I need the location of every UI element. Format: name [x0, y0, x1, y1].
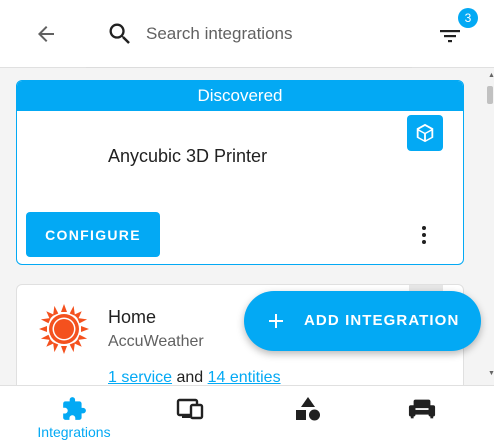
discovered-title: Anycubic 3D Printer [108, 146, 268, 166]
scrollbar[interactable] [486, 69, 494, 385]
tab-devices[interactable] [170, 386, 210, 445]
search-underline [86, 67, 412, 68]
plus-icon [269, 314, 283, 328]
back-button[interactable] [30, 18, 62, 50]
tab-integrations-icon-wrap [60, 396, 88, 422]
entities-link[interactable]: 14 entities [208, 369, 281, 385]
more-dot [422, 233, 426, 237]
more-options-button[interactable] [415, 220, 433, 250]
tab-devices-icon-wrap [176, 396, 204, 422]
integrations-app: 3 Discovered Anycubic 3D Printer CONFIGU… [0, 0, 494, 445]
scroll-down-arrow-icon[interactable]: ▼ [488, 370, 494, 378]
tab-areas[interactable] [288, 386, 328, 445]
search-input[interactable] [146, 22, 386, 46]
configure-button[interactable]: CONFIGURE [26, 212, 160, 257]
puzzle-icon [63, 397, 86, 420]
tab-entities-icon-wrap [408, 396, 436, 422]
top-bar: 3 [0, 0, 494, 68]
home-title: Home [108, 307, 157, 327]
sun-icon [39, 304, 89, 354]
bottom-tab-bar: Integrations [0, 385, 494, 445]
sofa-icon [408, 399, 436, 419]
scroll-up-arrow-icon[interactable]: ▲ [488, 72, 494, 80]
discovered-header: Discovered [17, 81, 463, 111]
tab-integrations-label: Integrations [37, 424, 111, 440]
cube-badge [407, 115, 443, 151]
home-links: 1 service and 14 entities [108, 369, 281, 385]
devices-icon [176, 398, 204, 420]
home-subtitle: AccuWeather [108, 333, 204, 350]
add-integration-button[interactable]: ADD INTEGRATION [244, 291, 481, 351]
more-dot [422, 240, 426, 244]
cube-icon [416, 123, 434, 143]
discovered-card: Discovered Anycubic 3D Printer CONFIGURE [16, 80, 464, 265]
add-integration-label: ADD INTEGRATION [304, 312, 460, 329]
links-separator: and [172, 369, 208, 385]
shapes-icon [296, 397, 320, 421]
search-icon [109, 23, 130, 44]
tab-integrations[interactable]: Integrations [30, 386, 118, 445]
arrow-left-icon [38, 26, 54, 42]
services-link[interactable]: 1 service [108, 369, 172, 385]
scroll-thumb[interactable] [487, 86, 493, 104]
filter-count-badge: 3 [458, 8, 478, 28]
tab-areas-icon-wrap [294, 396, 322, 422]
tab-entities[interactable] [402, 386, 442, 445]
more-vertical-icon [422, 226, 426, 230]
